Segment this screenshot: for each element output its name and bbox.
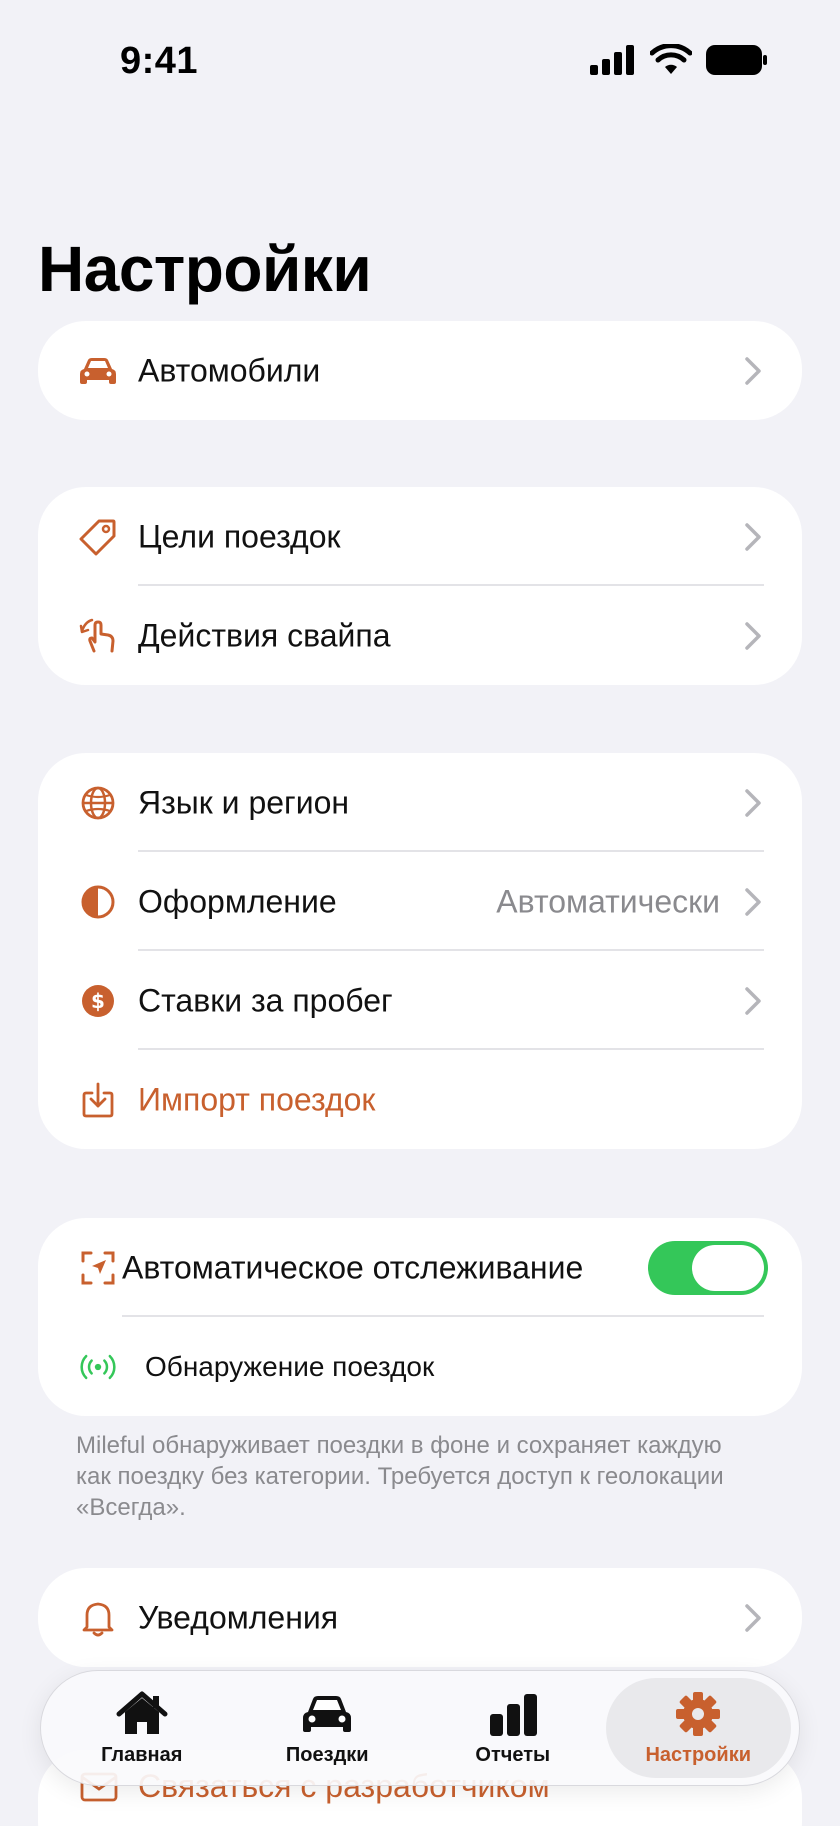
settings-row-language-region[interactable]: Язык и регион (38, 753, 802, 852)
tab-label: Настройки (645, 1743, 752, 1766)
settings-row-label: Цели поездок (138, 518, 341, 554)
tab-reports[interactable]: Отчеты (420, 1678, 606, 1778)
settings-row-label: Уведомления (138, 1599, 339, 1635)
chevron-right-icon (745, 788, 761, 817)
chevron-right-icon (745, 1603, 761, 1632)
settings-row-trip-detection[interactable]: Обнаружение поездок (38, 1317, 802, 1416)
general-group: Язык и регион Оформление Автоматически $… (38, 753, 802, 1149)
auto-tracking-toggle[interactable] (648, 1240, 768, 1295)
swipe-hand-icon (78, 616, 118, 656)
car-icon (303, 1695, 352, 1732)
appearance-value: Автоматически (496, 883, 720, 919)
tracking-icon (78, 1248, 118, 1288)
settings-row-label: Автоматическое отслеживание (122, 1249, 584, 1285)
chevron-right-icon (745, 621, 761, 650)
tab-label: Поездки (285, 1743, 369, 1766)
settings-row-mileage-rates[interactable]: $ Ставки за пробег (38, 951, 802, 1050)
svg-text:$: $ (91, 989, 105, 1013)
import-trips-button[interactable]: Импорт поездок (38, 1050, 802, 1149)
tab-settings[interactable]: Настройки (605, 1678, 791, 1778)
tracking-footnote: Mileful обнаруживает поездки в фоне и со… (76, 1432, 724, 1521)
settings-row-swipe-actions[interactable]: Действия свайпа (38, 586, 802, 685)
chevron-right-icon (745, 522, 761, 551)
appearance-icon (78, 882, 118, 922)
toggle-knob (692, 1244, 764, 1291)
settings-row-notifications[interactable]: Уведомления (38, 1568, 802, 1667)
settings-row-label: Ставки за пробег (138, 982, 393, 1018)
chevron-right-icon (745, 356, 761, 385)
car-icon (78, 351, 118, 391)
status-icons (590, 44, 768, 76)
bell-icon (78, 1598, 118, 1638)
globe-icon (78, 783, 118, 823)
settings-row-appearance[interactable]: Оформление Автоматически (38, 852, 802, 951)
settings-row-label: Обнаружение поездок (145, 1350, 435, 1382)
status-bar: 9:41 (0, 0, 840, 120)
settings-row-auto-tracking: Автоматическое отслеживание (38, 1218, 802, 1317)
battery-icon (706, 45, 767, 75)
tab-trips[interactable]: Поездки (235, 1678, 421, 1778)
tab-label: Отчеты (475, 1743, 551, 1766)
tab-home[interactable]: Главная (49, 1678, 235, 1778)
status-time: 9:41 (120, 40, 199, 82)
chart-icon (489, 1693, 537, 1736)
settings-row-trip-purposes[interactable]: Цели поездок (38, 487, 802, 586)
home-icon (116, 1691, 168, 1734)
tracking-group: Автоматическое отслеживание Обнаружение … (38, 1218, 802, 1416)
settings-row-label: Действия свайпа (138, 617, 391, 653)
trips-group: Цели поездок Действия свайпа (38, 487, 802, 685)
dollar-icon: $ (78, 981, 118, 1021)
settings-row-label: Язык и регион (138, 784, 350, 820)
import-trips-label: Импорт поездок (138, 1081, 376, 1117)
tab-label: Главная (101, 1743, 183, 1766)
tab-bar: Главная Поездки Отчеты Настройки (40, 1670, 800, 1786)
page-title: Настройки (38, 233, 372, 305)
gear-icon (676, 1691, 721, 1736)
tag-icon (78, 517, 118, 557)
notifications-group: Уведомления (38, 1568, 802, 1667)
broadcast-icon (78, 1347, 118, 1387)
wifi-icon (650, 44, 692, 74)
settings-row-label: Оформление (138, 883, 337, 919)
chevron-right-icon (745, 986, 761, 1015)
chevron-right-icon (745, 887, 761, 916)
import-icon (78, 1080, 118, 1120)
signal-icon (590, 45, 634, 75)
settings-row-label: Автомобили (138, 352, 321, 388)
vehicles-group: Автомобили (38, 321, 802, 420)
settings-row-vehicles[interactable]: Автомобили (38, 321, 802, 420)
